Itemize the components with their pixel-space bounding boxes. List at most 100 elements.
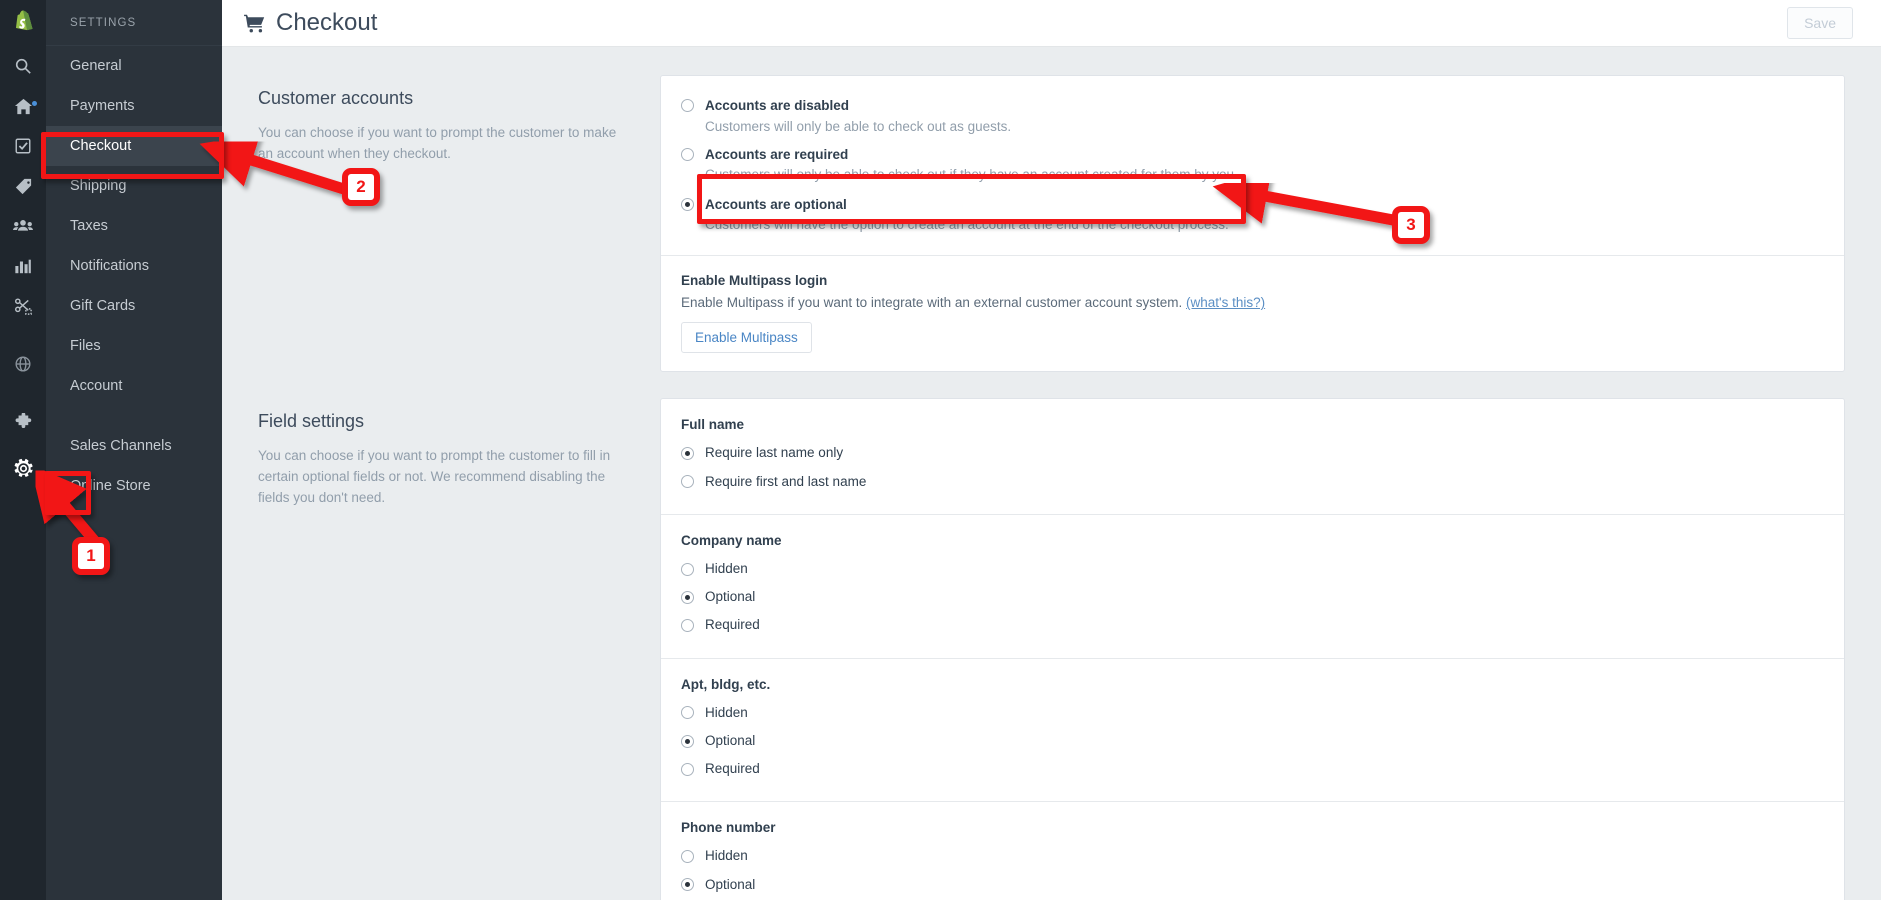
accounts-are-required-option[interactable]: Accounts are required Customers will onl… — [681, 143, 1822, 188]
content-area: Customer accounts You can choose if you … — [222, 47, 1881, 900]
company-name-option-required[interactable]: Required — [681, 611, 1822, 639]
sidebar-item-taxes[interactable]: Taxes — [46, 206, 222, 246]
orders-icon[interactable] — [0, 126, 46, 166]
company-name-option-2-label: Required — [705, 617, 760, 633]
icon-rail — [0, 0, 46, 900]
radio-apt-required[interactable] — [681, 762, 694, 776]
settings-gear-icon[interactable] — [0, 448, 46, 488]
sidebar-item-general[interactable]: General — [46, 46, 222, 86]
sidebar-item-checkout[interactable]: Checkout — [46, 126, 222, 166]
enable-multipass-button[interactable]: Enable Multipass — [681, 322, 812, 354]
multipass-description: Enable Multipass if you want to integrat… — [681, 295, 1183, 311]
sidebar-item-sales-channels[interactable]: Sales Channels — [46, 426, 222, 466]
full-name-label: Full name — [681, 417, 745, 433]
apps-puzzle-icon[interactable] — [0, 402, 46, 442]
sidebar-item-notifications[interactable]: Notifications — [46, 246, 222, 286]
page-title: Checkout — [276, 9, 378, 36]
full-name-group: Full name Require last name only Require… — [661, 399, 1844, 514]
shopping-cart-icon — [244, 14, 265, 33]
phone-option-optional[interactable]: Optional — [681, 871, 1822, 899]
customer-accounts-description: You can choose if you want to prompt the… — [258, 125, 617, 161]
accounts-are-disabled-option[interactable]: Accounts are disabled Customers will onl… — [681, 94, 1822, 139]
accounts-required-label: Accounts are required — [705, 146, 849, 162]
company-name-option-optional[interactable]: Optional — [681, 583, 1822, 611]
sidebar-divider — [46, 406, 222, 426]
radio-accounts-disabled[interactable] — [681, 99, 694, 112]
multipass-label: Enable Multipass login — [681, 273, 828, 289]
accounts-required-help: Customers will only be able to check out… — [705, 167, 1238, 183]
apt-option-0-label: Hidden — [705, 704, 748, 720]
apt-label: Apt, bldg, etc. — [681, 676, 771, 692]
radio-require-last-name-only[interactable] — [681, 447, 694, 461]
phone-option-1-label: Optional — [705, 876, 756, 892]
phone-number-group: Phone number Hidden Optional Required — [661, 801, 1844, 900]
page-title-wrap: Checkout — [222, 9, 377, 37]
phone-option-0-label: Hidden — [705, 848, 748, 864]
accounts-disabled-help: Customers will only be able to check out… — [705, 118, 1012, 134]
online-store-globe-icon[interactable] — [0, 344, 46, 384]
field-settings-section: Field settings You can choose if you wan… — [222, 372, 1881, 900]
multipass-block: Enable Multipass login Enable Multipass … — [661, 255, 1844, 371]
accounts-optional-label: Accounts are optional — [705, 196, 847, 212]
top-bar: Checkout Save — [222, 0, 1881, 47]
apt-option-optional[interactable]: Optional — [681, 727, 1822, 755]
app-root: SETTINGS General Payments Checkout Shipp… — [0, 0, 1881, 900]
field-settings-card: Full name Require last name only Require… — [660, 398, 1845, 900]
sidebar-item-payments[interactable]: Payments — [46, 86, 222, 126]
account-options-block: Accounts are disabled Customers will onl… — [661, 76, 1844, 255]
products-tag-icon[interactable] — [0, 166, 46, 206]
apt-option-2-label: Required — [705, 761, 760, 777]
accounts-are-optional-option[interactable]: Accounts are optional Customers will hav… — [681, 193, 1822, 238]
sidebar-item-account[interactable]: Account — [46, 366, 222, 406]
discounts-scissors-icon[interactable] — [0, 286, 46, 326]
analytics-icon[interactable] — [0, 246, 46, 286]
apt-option-required[interactable]: Required — [681, 755, 1822, 783]
full-name-option-last-only[interactable]: Require last name only — [681, 439, 1822, 467]
sidebar-item-files[interactable]: Files — [46, 326, 222, 366]
search-icon[interactable] — [0, 46, 46, 86]
radio-company-required[interactable] — [681, 619, 694, 633]
radio-company-optional[interactable] — [681, 590, 694, 604]
accounts-disabled-label: Accounts are disabled — [705, 98, 850, 113]
accounts-optional-help: Customers will have the option to create… — [705, 217, 1229, 233]
radio-apt-hidden[interactable] — [681, 706, 694, 720]
save-button[interactable]: Save — [1787, 7, 1853, 39]
radio-phone-hidden[interactable] — [681, 850, 694, 864]
apt-group: Apt, bldg, etc. Hidden Optional Required — [661, 657, 1844, 802]
radio-accounts-optional[interactable] — [681, 197, 694, 211]
customer-accounts-section: Customer accounts You can choose if you … — [222, 47, 1881, 373]
radio-apt-optional[interactable] — [681, 734, 694, 748]
customer-accounts-heading: Customer accounts — [258, 88, 414, 108]
settings-sidebar: SETTINGS General Payments Checkout Shipp… — [46, 0, 222, 900]
full-name-option-first-and-last[interactable]: Require first and last name — [681, 468, 1822, 496]
company-name-option-hidden[interactable]: Hidden — [681, 555, 1822, 583]
company-name-label: Company name — [681, 532, 782, 548]
sidebar-item-gift-cards[interactable]: Gift Cards — [46, 286, 222, 326]
whats-this-link[interactable]: (what's this?) — [1186, 295, 1265, 310]
field-settings-heading: Field settings — [258, 411, 365, 432]
home-icon[interactable] — [0, 86, 46, 126]
multipass-description-row: Enable Multipass if you want to integrat… — [681, 295, 1822, 310]
radio-company-hidden[interactable] — [681, 562, 694, 576]
customer-accounts-description-column: Customer accounts You can choose if you … — [258, 75, 660, 372]
full-name-option-0-label: Require last name only — [705, 445, 844, 461]
radio-phone-optional[interactable] — [681, 878, 694, 892]
customer-accounts-card: Accounts are disabled Customers will onl… — [660, 75, 1845, 373]
sidebar-title: SETTINGS — [46, 0, 222, 46]
customers-icon[interactable] — [0, 206, 46, 246]
sidebar-item-shipping[interactable]: Shipping — [46, 166, 222, 206]
radio-accounts-required[interactable] — [681, 147, 694, 161]
phone-option-hidden[interactable]: Hidden — [681, 842, 1822, 870]
field-settings-description: You can choose if you want to prompt the… — [258, 448, 611, 506]
company-name-group: Company name Hidden Optional Required — [661, 513, 1844, 658]
phone-number-label: Phone number — [681, 820, 776, 836]
apt-option-1-label: Optional — [705, 732, 756, 748]
company-name-option-1-label: Optional — [705, 589, 756, 605]
notification-dot — [32, 101, 37, 106]
sidebar-item-online-store[interactable]: Online Store — [46, 466, 222, 506]
field-settings-description-column: Field settings You can choose if you wan… — [258, 398, 660, 900]
shopify-logo-icon[interactable] — [0, 0, 46, 46]
apt-option-hidden[interactable]: Hidden — [681, 699, 1822, 727]
radio-require-first-and-last-name[interactable] — [681, 475, 694, 489]
company-name-option-0-label: Hidden — [705, 560, 748, 576]
